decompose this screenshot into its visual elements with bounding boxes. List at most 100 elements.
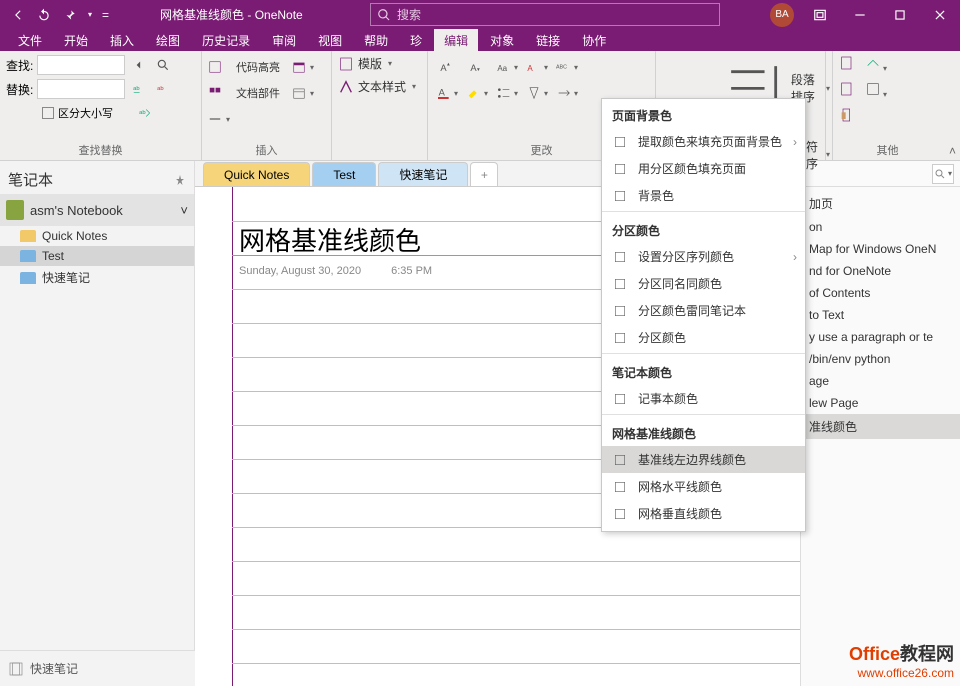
font-color-icon[interactable]: A▾ xyxy=(434,81,460,105)
tab-快速笔记[interactable]: 快速笔记 xyxy=(378,162,468,186)
find-input[interactable] xyxy=(37,55,125,75)
section-item[interactable]: 快速笔记 xyxy=(0,266,194,289)
menu-插入[interactable]: 插入 xyxy=(100,29,144,52)
insert-calendar-icon[interactable]: ▾ xyxy=(292,81,318,105)
page-list-item[interactable]: on xyxy=(801,216,960,238)
menu-历史记录[interactable]: 历史记录 xyxy=(192,29,260,52)
dropdown-item[interactable]: 网格水平线颜色 xyxy=(602,473,805,500)
menu-协作[interactable]: 协作 xyxy=(572,29,616,52)
find-go-icon[interactable] xyxy=(153,55,173,75)
qat-more-icon[interactable]: ▾ xyxy=(88,10,92,19)
menu-链接[interactable]: 链接 xyxy=(526,29,570,52)
page-list-item[interactable]: y use a paragraph or te xyxy=(801,326,960,348)
lang-icon[interactable]: ABC▾ xyxy=(554,55,580,79)
page-list-item[interactable]: to Text xyxy=(801,304,960,326)
dropdown-item[interactable]: 用分区颜色填充页面 xyxy=(602,155,805,182)
dropdown-item[interactable]: 设置分区序列颜色› xyxy=(602,243,805,270)
replace-input[interactable] xyxy=(37,79,125,99)
search-placeholder: 搜索 xyxy=(397,6,421,23)
page-list-item[interactable]: /bin/env python xyxy=(801,348,960,370)
match-case-checkbox[interactable]: 区分大小写 ab xyxy=(42,103,195,123)
page-title[interactable]: 网格基准线颜色 xyxy=(239,221,421,258)
page-list-item[interactable]: 准线颜色 xyxy=(801,414,960,439)
dropdown-item[interactable]: 基准线左边界线颜色 xyxy=(602,446,805,473)
dropdown-item[interactable]: 分区颜色 xyxy=(602,324,805,351)
other-btn-5[interactable] xyxy=(839,107,863,131)
dropdown-item-label: 分区同名同颜色 xyxy=(638,275,722,292)
dropdown-item[interactable]: 提取颜色来填充页面背景色› xyxy=(602,128,805,155)
font-increase-icon[interactable]: A▴ xyxy=(434,55,460,79)
menu-珍[interactable]: 珍 xyxy=(400,29,432,52)
menu-帮助[interactable]: 帮助 xyxy=(354,29,398,52)
maximize-button[interactable] xyxy=(880,0,920,29)
page-list-item[interactable]: nd for OneNote xyxy=(801,260,960,282)
section-item[interactable]: Test xyxy=(0,246,194,266)
highlight-icon[interactable]: ▾ xyxy=(464,81,490,105)
insert-line-icon[interactable]: ▾ xyxy=(208,107,234,131)
other-btn-3[interactable] xyxy=(839,81,863,105)
insert-code-highlight[interactable] xyxy=(208,55,234,79)
svg-text:A: A xyxy=(440,63,447,73)
dropdown-item[interactable]: 背景色 xyxy=(602,182,805,209)
svg-text:ab: ab xyxy=(158,86,164,92)
other-btn-1[interactable] xyxy=(839,55,863,79)
tab-Test[interactable]: Test xyxy=(312,162,376,186)
window-layout-icon[interactable] xyxy=(800,0,840,29)
menu-视图[interactable]: 视图 xyxy=(308,29,352,52)
dropdown-item[interactable]: 分区颜色雷同笔记本 xyxy=(602,297,805,324)
pin-icon[interactable] xyxy=(60,5,80,25)
ribbon-collapse-icon[interactable]: ˄ xyxy=(949,144,956,158)
replace-one-icon[interactable]: ab xyxy=(129,79,149,99)
back-icon[interactable] xyxy=(8,5,28,25)
pin-icon[interactable] xyxy=(174,174,186,186)
group-label-style xyxy=(338,158,421,160)
tab-Quick Notes[interactable]: Quick Notes xyxy=(203,162,310,186)
page-search-icon[interactable]: ▾ xyxy=(932,164,954,184)
grid-horizontal-line xyxy=(232,561,800,562)
tab-add[interactable]: + xyxy=(470,162,498,186)
other-btn-4[interactable]: ▾ xyxy=(865,81,889,105)
menu-审阅[interactable]: 审阅 xyxy=(262,29,306,52)
replace-all-icon[interactable]: ab xyxy=(153,79,173,99)
find-options-icon[interactable]: ab xyxy=(135,103,155,123)
undo-icon[interactable] xyxy=(34,5,54,25)
text-direction-icon[interactable]: ▾ xyxy=(554,81,580,105)
submenu-arrow-icon: › xyxy=(793,250,797,264)
status-quick-notes[interactable]: 快速笔记 xyxy=(0,650,195,686)
nav-header-label: 笔记本 xyxy=(8,169,53,190)
minimize-button[interactable] xyxy=(840,0,880,29)
find-prev-icon[interactable] xyxy=(129,55,149,75)
page-list-item[interactable]: of Contents xyxy=(801,282,960,304)
menu-文件[interactable]: 文件 xyxy=(8,29,52,52)
insert-doc-parts[interactable] xyxy=(208,81,234,105)
dropdown-item[interactable]: 网格垂直线颜色 xyxy=(602,500,805,527)
other-btn-2[interactable]: ▾ xyxy=(865,55,889,79)
menu-编辑[interactable]: 编辑 xyxy=(434,29,478,52)
section-item[interactable]: Quick Notes xyxy=(0,226,194,246)
svg-text:A: A xyxy=(470,63,477,73)
bullets-icon[interactable]: ▾ xyxy=(494,81,520,105)
clear-format-icon[interactable]: ▾ xyxy=(524,81,550,105)
page-list-pane: ▾ 加页onMap for Windows OneNnd for OneNote… xyxy=(800,161,960,686)
change-case-icon[interactable]: Aa▾ xyxy=(494,55,520,79)
svg-text:ab: ab xyxy=(139,110,145,116)
page-list-item[interactable]: age xyxy=(801,370,960,392)
char-width-icon[interactable]: A▾ xyxy=(524,55,550,79)
font-decrease-icon[interactable]: A▾ xyxy=(464,55,490,79)
page-list-item[interactable]: lew Page xyxy=(801,392,960,414)
user-avatar[interactable]: BA xyxy=(770,3,794,27)
menu-item-icon xyxy=(612,506,628,522)
menu-绘图[interactable]: 绘图 xyxy=(146,29,190,52)
menu-开始[interactable]: 开始 xyxy=(54,29,98,52)
close-button[interactable] xyxy=(920,0,960,29)
menu-对象[interactable]: 对象 xyxy=(480,29,524,52)
notebook-row[interactable]: asm's Notebook ˅ xyxy=(0,194,194,226)
code-highlight-label: 代码高亮 xyxy=(236,55,290,79)
dropdown-item[interactable]: 分区同名同颜色 xyxy=(602,270,805,297)
search-input[interactable]: 搜索 xyxy=(370,3,720,26)
dropdown-item-label: 基准线左边界线颜色 xyxy=(638,451,746,468)
insert-date-icon[interactable]: ▾ xyxy=(292,55,318,79)
dropdown-item[interactable]: 记事本颜色 xyxy=(602,385,805,412)
dropdown-header: 分区颜色 xyxy=(602,214,805,243)
page-list-item[interactable]: Map for Windows OneN xyxy=(801,238,960,260)
